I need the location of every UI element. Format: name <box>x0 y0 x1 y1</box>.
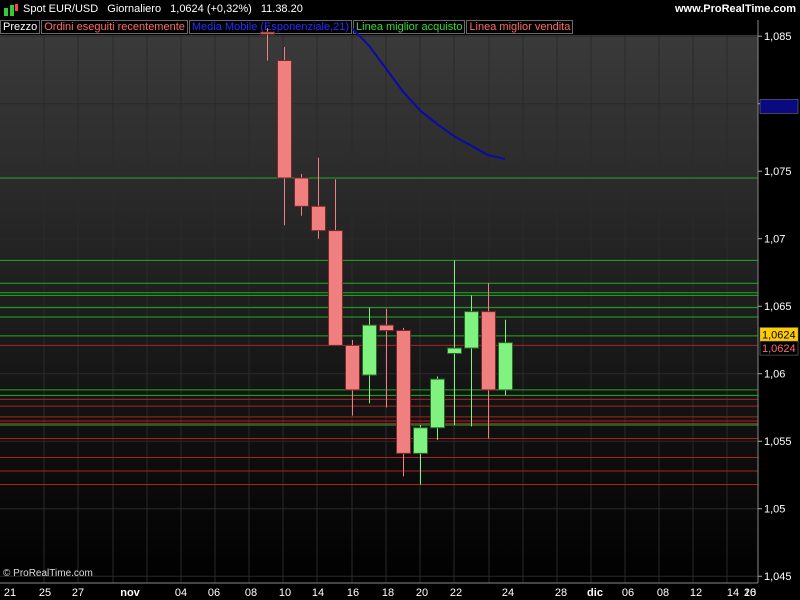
candle-body <box>498 342 513 391</box>
x-tick-label: 20 <box>416 587 428 599</box>
candlestick-chart[interactable]: 1,0451,051,0551,061,0651,071,0751,081,08… <box>0 0 800 600</box>
candle-body <box>277 60 292 179</box>
candle-body <box>464 311 479 349</box>
y-tick-label: 1,05 <box>764 504 785 516</box>
y-tick-label: 1,065 <box>764 301 792 313</box>
x-tick-label: 04 <box>175 587 187 599</box>
x-tick-label: 16 <box>347 587 359 599</box>
x-tick-label: 28 <box>555 587 567 599</box>
x-tick-label: 06 <box>622 587 634 599</box>
candle-body <box>379 324 394 332</box>
x-tick-label: 21 <box>4 587 16 599</box>
x-tick-label: dic <box>587 587 603 599</box>
candle-body <box>294 177 309 207</box>
candle-body <box>345 344 360 391</box>
x-tick-label: 08 <box>657 587 669 599</box>
candle-body <box>481 311 496 391</box>
sell-price-label: 1,0624 <box>762 343 796 355</box>
x-tick-label: 24 <box>502 587 514 599</box>
ema-value-label: 1,0759 <box>762 101 796 113</box>
x-tick-label: 08 <box>245 587 257 599</box>
x-tick-label: 25 <box>39 587 51 599</box>
y-tick-label: 1,06 <box>764 369 785 381</box>
x-tick-label: 20 <box>744 587 756 599</box>
candle-body <box>260 31 275 35</box>
x-tick-label: 18 <box>382 587 394 599</box>
x-tick-label: nov <box>120 587 140 599</box>
candle-body <box>328 230 343 346</box>
candle-body <box>362 324 377 376</box>
x-tick-label: 27 <box>72 587 84 599</box>
candle-body <box>413 427 428 454</box>
copyright-text: © ProRealTime.com <box>3 568 93 579</box>
y-tick-label: 1,085 <box>764 31 792 43</box>
y-tick-label: 1,07 <box>764 234 785 246</box>
y-tick-label: 1,055 <box>764 436 792 448</box>
x-tick-label: 10 <box>279 587 291 599</box>
y-tick-label: 1,045 <box>764 571 792 583</box>
x-tick-label: 22 <box>450 587 462 599</box>
x-tick-label: 12 <box>690 587 702 599</box>
x-tick-label: 14 <box>312 587 324 599</box>
candle-body <box>430 378 445 429</box>
candle-body <box>311 205 326 232</box>
plot-background <box>0 35 758 583</box>
x-tick-label: 06 <box>208 587 220 599</box>
last-price-label: 1,0624 <box>762 330 796 342</box>
candle-body <box>396 330 411 454</box>
x-tick-label: 14 <box>727 587 739 599</box>
y-tick-label: 1,075 <box>764 166 792 178</box>
candle-body <box>447 347 462 354</box>
